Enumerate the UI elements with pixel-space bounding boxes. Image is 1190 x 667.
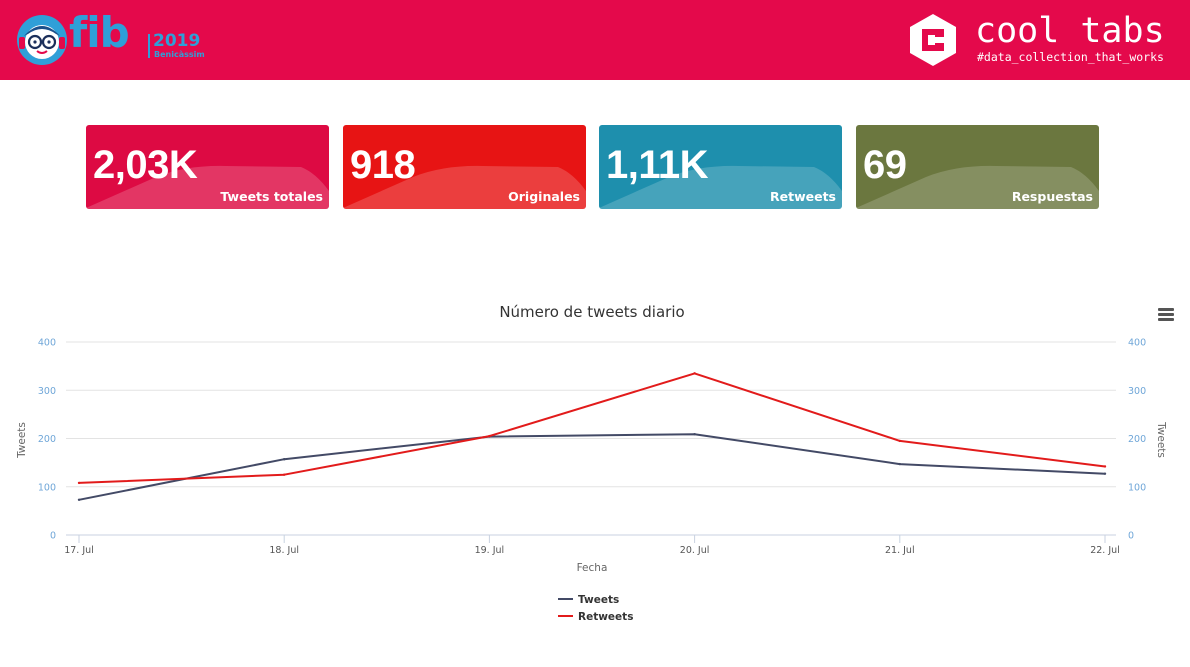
y-tick-label: 100 (38, 482, 56, 493)
y-axis-title-right: Tweets (1155, 421, 1167, 458)
chart-title: Número de tweets diario (499, 303, 684, 321)
kpi-value: 1,11K (606, 143, 709, 187)
kpi-value: 918 (350, 143, 416, 187)
x-tick-label: 19. Jul (475, 545, 505, 556)
chart-legend: Tweets Retweets (558, 594, 633, 623)
hamburger-menu-icon (1158, 308, 1174, 311)
kpi-label: Respuestas (1011, 189, 1093, 204)
cooltabs-hexagon-icon (910, 14, 956, 66)
data-point (77, 481, 81, 485)
data-point (693, 432, 696, 436)
y-tick-label: 0 (50, 531, 56, 542)
x-axis: 17. Jul 18. Jul 19. Jul 20. Jul 21. Jul 22. J… (64, 535, 1120, 556)
y-tick-label: 300 (38, 386, 56, 397)
kpi-value: 69 (863, 143, 907, 187)
kpi-label: Retweets (770, 189, 836, 204)
kpi-label: Tweets totales (220, 189, 323, 204)
legend-item-tweets: Tweets (578, 594, 619, 606)
x-tick-label: 20. Jul (680, 545, 710, 556)
series-line-tweets (78, 433, 1106, 501)
y-axis-title-left: Tweets (16, 422, 28, 459)
chart-menu-button[interactable] (1158, 308, 1174, 322)
fib-logo: fib 2019 Benicàssim (16, 8, 205, 66)
chart-series (77, 372, 1107, 501)
data-point (693, 372, 696, 375)
kpi-card-respuestas: 69 Respuestas (856, 125, 1099, 209)
y-tick-label: 200 (1128, 434, 1146, 445)
kpi-card-retweets: 1,11K Retweets (599, 125, 842, 209)
y-tick-label: 200 (38, 434, 56, 445)
chart-gridlines (66, 341, 1116, 536)
data-point (283, 458, 286, 461)
hamburger-menu-icon (1158, 313, 1174, 316)
kpi-label: Originales (508, 189, 580, 204)
data-point (77, 498, 81, 501)
top-banner: fib 2019 Benicàssim cool tabs #data_coll… (0, 0, 1190, 80)
data-point (898, 462, 901, 466)
cooltabs-logo: cool tabs #data_collection_that_works (908, 11, 1178, 70)
daily-tweets-chart: Número de tweets diario 0100200300400 01… (16, 303, 1167, 623)
data-point (1103, 472, 1107, 475)
x-tick-label: 17. Jul (64, 545, 94, 556)
y-axis-left: 0 100 200 300 400 (38, 338, 56, 542)
x-tick-label: 21. Jul (885, 545, 915, 556)
hamburger-menu-icon (1158, 318, 1174, 321)
y-tick-label: 300 (1128, 386, 1146, 397)
cooltabs-title: cool tabs (975, 11, 1165, 51)
fib-separator (148, 34, 150, 58)
mascot-icon (17, 15, 67, 65)
fib-wordmark: fib (69, 8, 130, 57)
kpi-value: 2,03K (93, 143, 198, 187)
fib-city: Benicàssim (154, 50, 205, 59)
fib-year: 2019 (153, 31, 201, 51)
data-point (488, 434, 491, 438)
y-tick-label: 400 (1128, 338, 1146, 349)
data-point (283, 473, 286, 476)
legend-item-retweets: Retweets (578, 611, 633, 623)
cooltabs-tagline: #data_collection_that_works (977, 50, 1164, 64)
kpi-card-originales: 918 Originales (343, 125, 586, 209)
x-tick-label: 18. Jul (269, 545, 299, 556)
data-point (898, 439, 901, 443)
y-axis-right: 0 100 200 300 400 (1128, 338, 1146, 542)
y-tick-label: 400 (38, 338, 56, 349)
data-point (1103, 465, 1107, 468)
x-axis-title: Fecha (577, 562, 608, 574)
x-tick-label: 22. Jul (1090, 545, 1120, 556)
y-tick-label: 100 (1128, 482, 1146, 493)
kpi-card-tweets-totales: 2,03K Tweets totales (86, 125, 329, 209)
y-tick-label: 0 (1128, 531, 1134, 542)
